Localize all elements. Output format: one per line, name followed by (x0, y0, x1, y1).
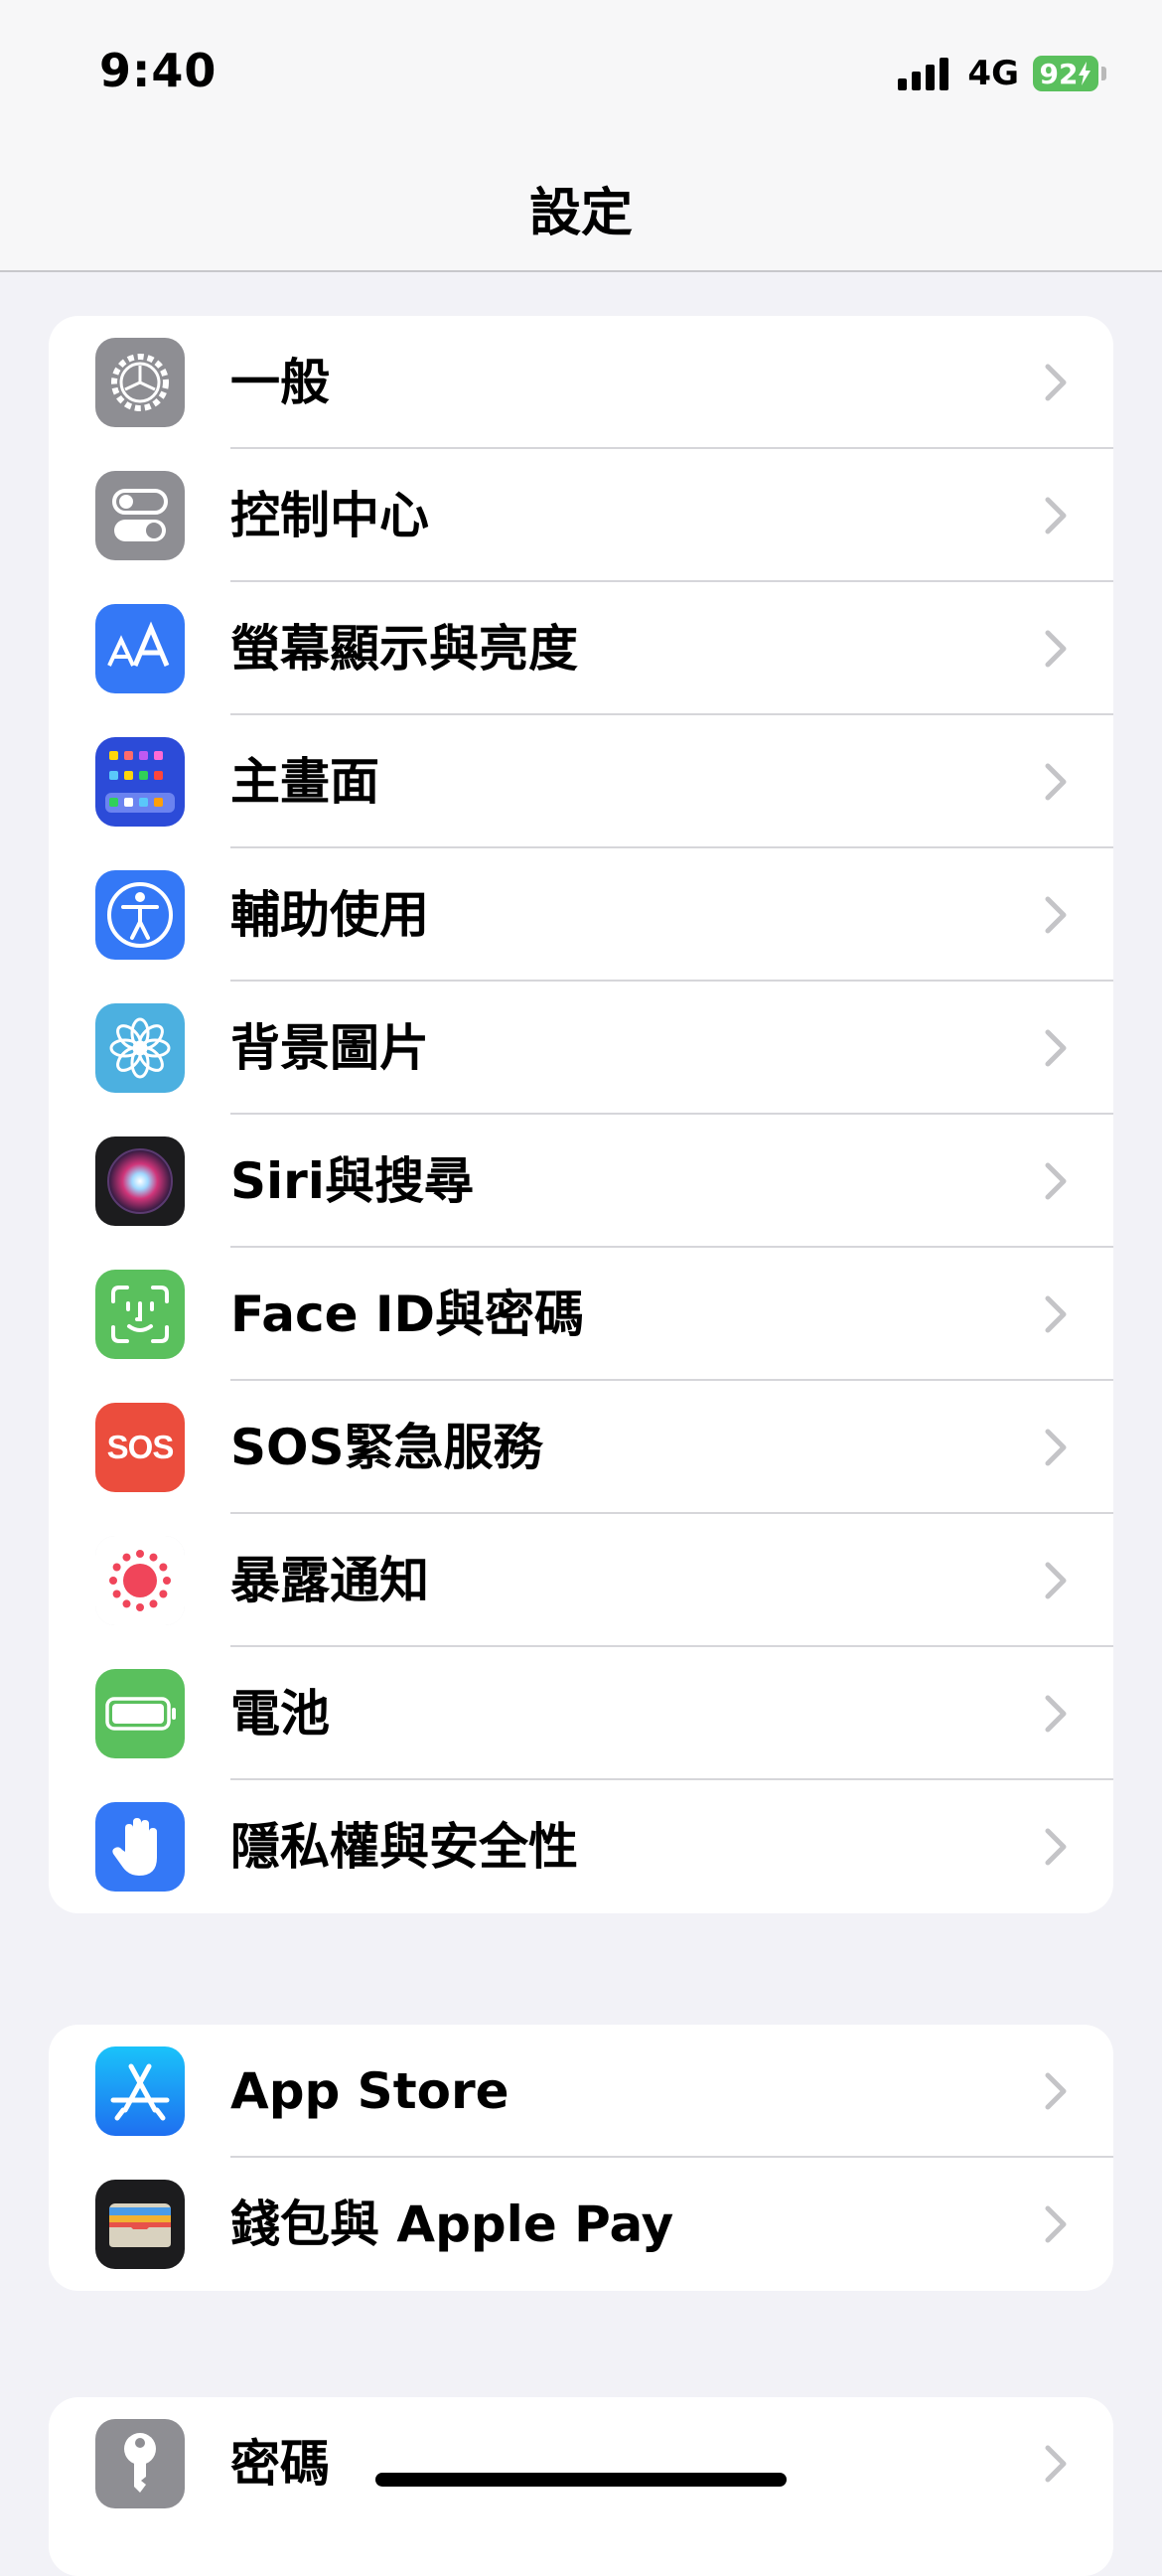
settings-row-wallpaper[interactable]: 背景圖片 (49, 982, 1113, 1115)
page-title: 設定 (528, 184, 633, 243)
settings-row-label: App Store (230, 2062, 509, 2120)
flower-icon (95, 1003, 185, 1093)
settings-row-label: 主畫面 (230, 753, 379, 811)
sos-icon-text: SOS (106, 1429, 175, 1465)
cellular-signal-icon (898, 57, 953, 90)
settings-row-label: 背景圖片 (230, 1019, 429, 1077)
settings-row-privacy[interactable]: 隱私權與安全性 (49, 1780, 1113, 1913)
settings-row-accessibility[interactable]: 輔助使用 (49, 848, 1113, 982)
settings-group-passwords: 密碼 (49, 2397, 1113, 2576)
chevron-right-icon (1045, 497, 1067, 534)
settings-row-label: Face ID與密碼 (230, 1286, 585, 1343)
exposure-icon (95, 1536, 185, 1625)
toggles-icon (95, 471, 185, 560)
gear-icon (95, 338, 185, 427)
settings-row-label: 螢幕顯示與亮度 (230, 620, 578, 678)
key-icon (95, 2419, 185, 2508)
navigation-bar: 設定 (0, 149, 1162, 272)
settings-row-siri[interactable]: Siri與搜尋 (49, 1115, 1113, 1248)
chevron-right-icon (1045, 630, 1067, 668)
settings-group-store: App Store 錢包與 Apple Pay (49, 2025, 1113, 2291)
chevron-right-icon (1045, 2445, 1067, 2483)
status-indicators: 4G 92 (898, 54, 1106, 93)
charging-bolt-icon (1079, 62, 1091, 85)
battery-icon (95, 1669, 185, 1758)
chevron-right-icon (1045, 1429, 1067, 1466)
chevron-right-icon (1045, 2205, 1067, 2243)
chevron-right-icon (1045, 763, 1067, 801)
settings-row-wallet[interactable]: 錢包與 Apple Pay (49, 2158, 1113, 2291)
settings-row-label: 隱私權與安全性 (230, 1818, 578, 1876)
siri-icon (95, 1136, 185, 1226)
settings-row-label: Siri與搜尋 (230, 1152, 474, 1210)
network-type: 4G (967, 54, 1019, 93)
chevron-right-icon (1045, 1295, 1067, 1333)
settings-row-passwords[interactable]: 密碼 (49, 2397, 1113, 2530)
battery-tip (1101, 67, 1106, 80)
settings-row-emergency-sos[interactable]: SOS SOS緊急服務 (49, 1381, 1113, 1514)
settings-row-label: 錢包與 Apple Pay (230, 2196, 674, 2253)
chevron-right-icon (1045, 1828, 1067, 1866)
settings-row-label: 輔助使用 (230, 886, 429, 944)
accessibility-icon (95, 870, 185, 960)
app-store-icon (95, 2046, 185, 2136)
settings-row-battery[interactable]: 電池 (49, 1647, 1113, 1780)
settings-row-face-id[interactable]: Face ID與密碼 (49, 1248, 1113, 1381)
text-size-icon (95, 604, 185, 693)
home-screen-icon (95, 737, 185, 827)
settings-row-label: SOS緊急服務 (230, 1419, 543, 1476)
chevron-right-icon (1045, 1695, 1067, 1733)
sos-icon: SOS (95, 1403, 185, 1492)
hand-icon (95, 1802, 185, 1892)
settings-row-label: 電池 (230, 1685, 330, 1743)
settings-row-app-store[interactable]: App Store (49, 2025, 1113, 2158)
chevron-right-icon (1045, 1562, 1067, 1599)
settings-row-exposure-notifications[interactable]: 暴露通知 (49, 1514, 1113, 1647)
settings-row-general[interactable]: 一般 (49, 316, 1113, 449)
settings-row-control-center[interactable]: 控制中心 (49, 449, 1113, 582)
chevron-right-icon (1045, 896, 1067, 934)
settings-row-label: 一般 (230, 354, 330, 411)
battery-level: 92 (1039, 57, 1079, 90)
chevron-right-icon (1045, 1162, 1067, 1200)
settings-group-general: 一般 控制中心 螢幕顯示與亮度 主畫面 輔助使用 背景圖片 Siri與搜尋 Fa… (49, 316, 1113, 1913)
battery-indicator-icon: 92 (1033, 56, 1098, 91)
chevron-right-icon (1045, 2072, 1067, 2110)
status-time: 9:40 (99, 44, 218, 97)
settings-row-label: 暴露通知 (230, 1552, 429, 1609)
chevron-right-icon (1045, 364, 1067, 401)
status-bar: 9:40 4G 92 (0, 0, 1162, 149)
face-id-icon (95, 1270, 185, 1359)
wallet-icon (95, 2180, 185, 2269)
home-indicator[interactable] (375, 2473, 787, 2487)
settings-row-label: 控制中心 (230, 487, 429, 544)
settings-row-display[interactable]: 螢幕顯示與亮度 (49, 582, 1113, 715)
settings-row-home-screen[interactable]: 主畫面 (49, 715, 1113, 848)
settings-row-label: 密碼 (230, 2435, 330, 2493)
chevron-right-icon (1045, 1029, 1067, 1067)
